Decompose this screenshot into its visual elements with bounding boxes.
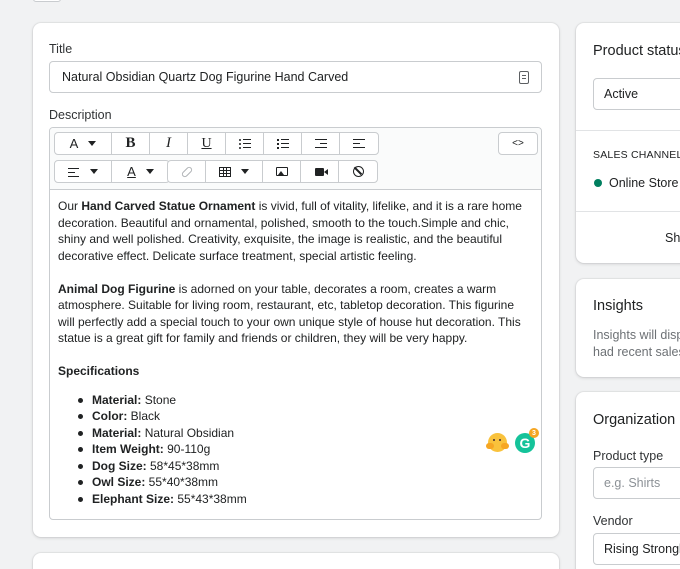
spec-value: Black [127, 409, 161, 423]
description-paragraph: Animal Dog Figurine is adorned on your t… [58, 281, 533, 347]
html-view-button[interactable]: <> [499, 133, 537, 154]
divider [576, 130, 680, 131]
table-icon [219, 166, 231, 177]
chevron-down-icon [88, 141, 97, 146]
font-style-label: A [69, 136, 79, 151]
chevron-down-icon [90, 169, 98, 174]
italic-button[interactable]: I [150, 133, 188, 154]
clear-format-icon [352, 166, 364, 177]
product-type-label: Product type [593, 449, 664, 463]
indent-icon [353, 138, 365, 149]
specifications-list: Material: Stone Color: Black Material: N… [58, 392, 533, 508]
image-icon [275, 167, 288, 176]
bold-text: Specifications [58, 364, 140, 378]
media-card [33, 553, 559, 569]
spec-value: Stone [141, 392, 177, 407]
description-content[interactable]: Our Hand Carved Statue Ornament is vivid… [50, 190, 541, 507]
text-color-button[interactable]: A [112, 161, 169, 182]
channel-online-store: Online Store a [609, 176, 680, 190]
title-input-value: Natural Obsidian Quartz Dog Figurine Han… [62, 70, 349, 84]
list-item: Item Weight: 90-110g [78, 441, 533, 458]
spec-key: Dog Size: [92, 458, 147, 473]
chevron-down-icon [241, 169, 249, 174]
list-item: Dog Size: 58*45*38mm [78, 458, 533, 475]
list-item: Owl Size: 55*40*38mm [78, 474, 533, 491]
spec-key: Material: [92, 425, 142, 440]
vendor-input[interactable]: Rising Strongly [593, 533, 680, 565]
sales-channels-heading: SALES CHANNELS [593, 149, 680, 161]
bullet-list-button[interactable] [226, 133, 264, 154]
show-channels-link[interactable]: Sh [665, 231, 680, 245]
text-color-icon: A [127, 164, 136, 179]
emoji-hug-icon[interactable] [486, 433, 507, 452]
list-item: Elephant Size: 55*43*38mm [78, 491, 533, 508]
font-style-button[interactable]: A [55, 133, 112, 154]
bold-button[interactable]: B [112, 133, 150, 154]
grammarly-letter: G [519, 435, 531, 451]
grammarly-count-badge: 3 [529, 428, 539, 438]
list-item: Color: Black [78, 408, 533, 425]
top-button-stub[interactable] [33, 0, 61, 2]
organization-title: Organization [593, 412, 676, 428]
list-item: Material: Stone [78, 392, 533, 409]
numbered-list-icon [276, 138, 289, 149]
spec-value: Natural Obsidian [141, 425, 235, 440]
list-item: Material: Natural Obsidian [78, 425, 533, 442]
insights-card: Insights Insights will disp had recent s… [576, 279, 680, 377]
description-editor[interactable]: A B I U <> A Our Hand Carved Statue Orna… [49, 127, 542, 520]
editor-toolbar: A B I U <> A [50, 128, 541, 190]
code-group: <> [498, 132, 538, 155]
insights-text-line2: had recent sales [593, 345, 680, 359]
spec-value: 90-110g [163, 442, 211, 456]
divider [576, 211, 680, 212]
spec-value: 55*43*38mm [174, 491, 247, 506]
link-icon [180, 165, 193, 178]
title-label: Title [49, 42, 73, 56]
grammarly-icon[interactable]: G 3 [515, 428, 539, 453]
bullet-list-icon [238, 138, 251, 149]
specifications-heading: Specifications [58, 363, 533, 380]
spec-value: 55*40*38mm [145, 475, 219, 489]
image-button[interactable] [263, 161, 301, 182]
align-left-icon [68, 167, 80, 177]
spec-key: Color: [92, 409, 128, 423]
description-label: Description [49, 108, 112, 122]
autofill-icon[interactable] [519, 70, 529, 84]
status-select[interactable]: Active [593, 78, 680, 110]
product-status-title: Product status [593, 43, 680, 59]
indent-button[interactable] [340, 133, 378, 154]
insert-group [167, 160, 378, 183]
format-group: A B I U [54, 132, 379, 155]
insights-title: Insights [593, 298, 643, 314]
link-button[interactable] [168, 161, 206, 182]
outdent-button[interactable] [302, 133, 340, 154]
spec-key: Material: [92, 392, 142, 407]
table-button[interactable] [206, 161, 263, 182]
bold-text: Hand Carved Statue Ornament [81, 199, 256, 213]
numbered-list-button[interactable] [264, 133, 302, 154]
product-type-input[interactable]: e.g. Shirts [593, 467, 680, 499]
underline-button[interactable]: U [188, 133, 226, 154]
product-status-card: Product status Active SALES CHANNELS Onl… [576, 23, 680, 263]
video-icon [315, 167, 328, 176]
product-details-card: Title Natural Obsidian Quartz Dog Figuri… [33, 23, 559, 537]
vendor-label: Vendor [593, 514, 633, 528]
style-group: A [54, 160, 170, 183]
bold-text: Animal Dog Figurine [58, 281, 176, 296]
spec-key: Item Weight: [92, 442, 164, 456]
video-button[interactable] [301, 161, 339, 182]
description-paragraph: Our Hand Carved Statue Ornament is vivid… [58, 198, 533, 264]
text-run: Our [58, 199, 82, 213]
align-button[interactable] [55, 161, 112, 182]
title-input[interactable]: Natural Obsidian Quartz Dog Figurine Han… [49, 61, 542, 93]
spec-key: Owl Size: [92, 475, 146, 489]
spec-key: Elephant Size: [92, 491, 175, 506]
chevron-down-icon [145, 169, 154, 174]
organization-card: Organization Product type e.g. Shirts Ve… [576, 392, 680, 569]
outdent-icon [314, 138, 327, 149]
channel-status-dot [594, 179, 602, 187]
insights-text-line1: Insights will disp [593, 328, 680, 342]
spec-value: 58*45*38mm [146, 458, 220, 473]
clear-format-button[interactable] [339, 161, 377, 182]
